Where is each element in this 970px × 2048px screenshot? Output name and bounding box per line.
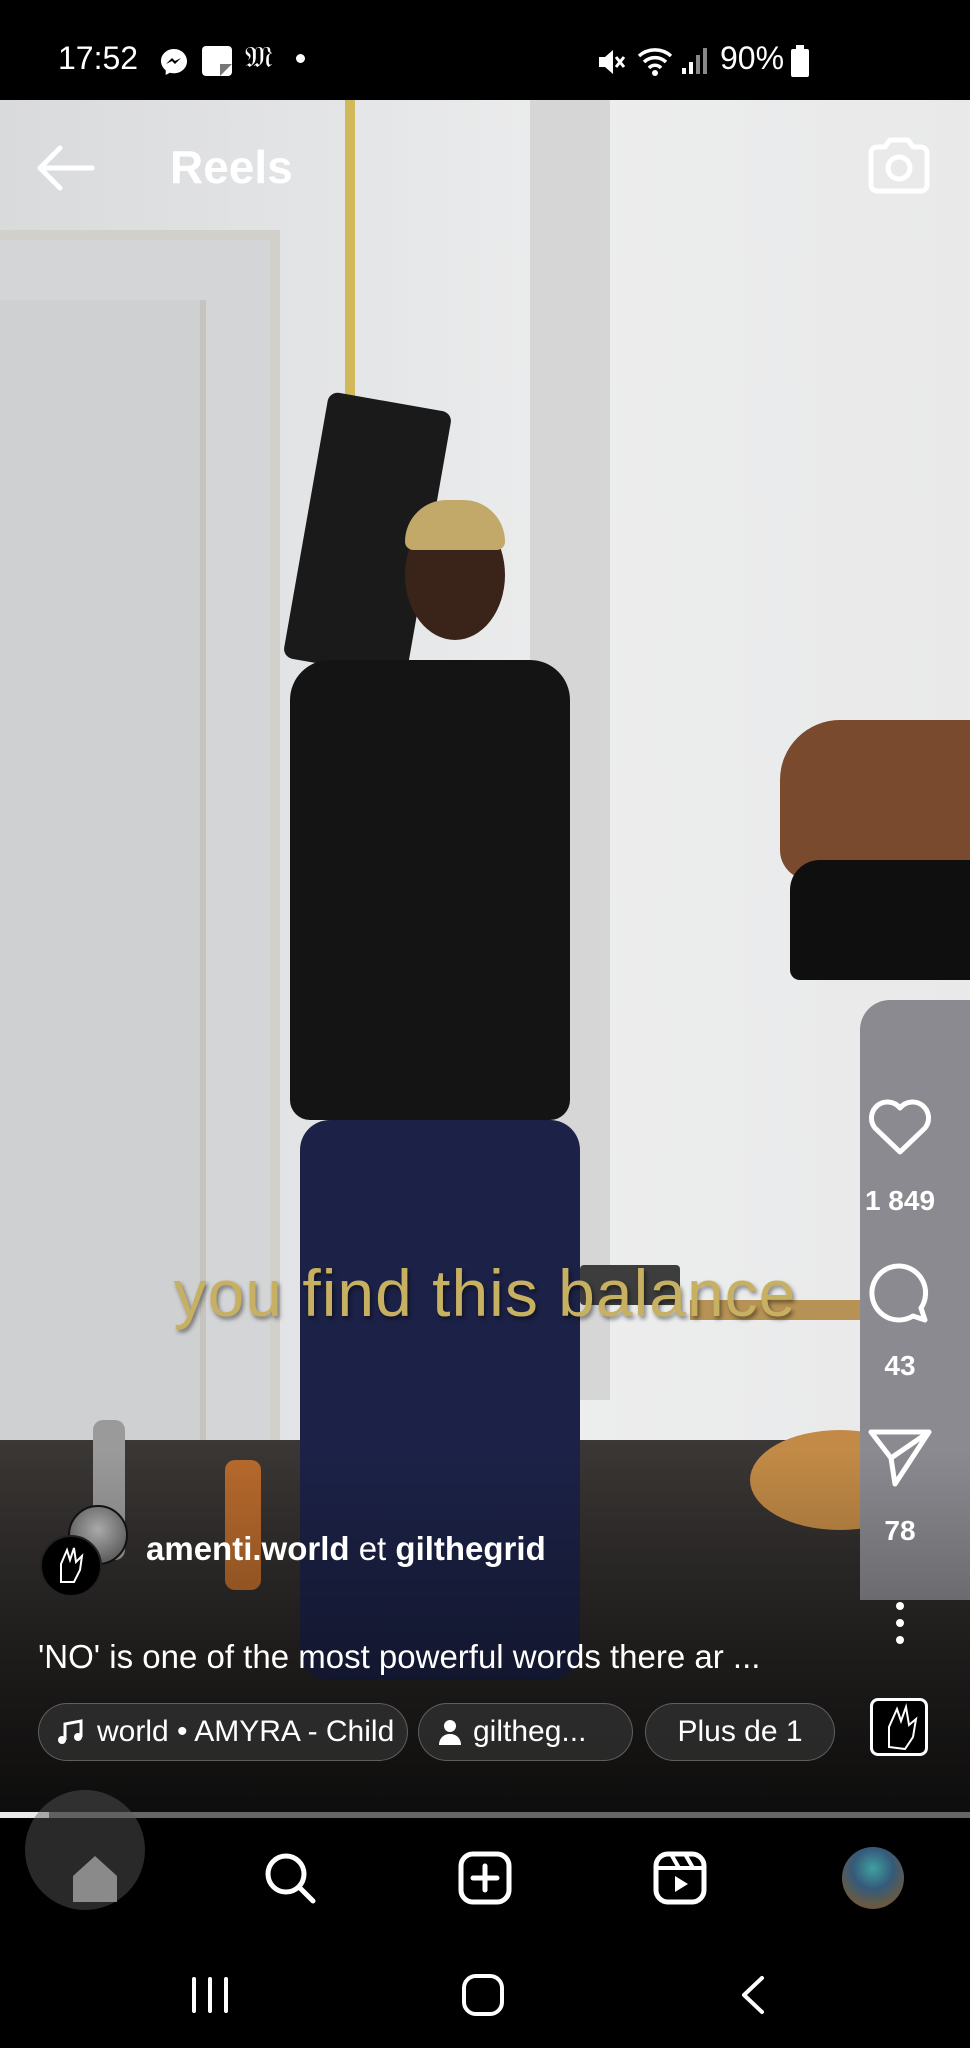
tagged-user-label: giltheg... [473, 1715, 587, 1748]
hand-logo-icon [60, 1547, 84, 1583]
more-chip[interactable]: Plus de 1 [645, 1703, 835, 1761]
back-chevron-icon[interactable] [738, 1974, 768, 2016]
tagged-user-chip[interactable]: giltheg... [418, 1703, 633, 1761]
nav-profile[interactable] [838, 1843, 908, 1913]
more-vertical-icon [896, 1602, 904, 1644]
camera-button[interactable] [865, 135, 933, 197]
nav-search[interactable] [255, 1843, 325, 1913]
video-subtitle: you find this balance [173, 1256, 797, 1330]
audio-chip-label: world • AMYRA - Child [97, 1715, 395, 1748]
avatar-primary[interactable] [40, 1535, 102, 1597]
like-count: 1 849 [864, 1185, 936, 1216]
arrow-left-icon [37, 145, 95, 191]
notes-icon [202, 46, 232, 76]
profile-avatar [842, 1847, 904, 1909]
messenger-icon [161, 49, 187, 75]
search-icon [265, 1853, 316, 1904]
recents-icon[interactable] [188, 1975, 232, 2015]
signal-icon [682, 48, 707, 74]
create-icon [458, 1851, 512, 1905]
paper-plane-icon [868, 1429, 932, 1487]
gothic-m-icon: 𝔐 [245, 40, 273, 75]
reels-icon [653, 1851, 707, 1905]
music-note-icon [58, 1719, 83, 1744]
heart-icon [869, 1099, 931, 1155]
hand-logo-icon [888, 1703, 918, 1751]
home-icon [73, 1856, 117, 1902]
author-name-2[interactable]: gilthegrid [395, 1530, 545, 1567]
person-right-top [790, 860, 970, 980]
comment-icon [869, 1263, 929, 1323]
nav-home[interactable] [60, 1843, 130, 1913]
battery-percent: 90% [720, 40, 785, 76]
battery-icon [791, 45, 809, 77]
mute-icon [599, 50, 626, 74]
person-shirt [290, 660, 570, 1120]
comment-count: 43 [884, 1350, 916, 1381]
author-line[interactable]: amenti.world et gilthegrid [146, 1530, 546, 1568]
person-right-arm [780, 720, 970, 880]
more-chip-label: Plus de 1 [677, 1715, 803, 1748]
wifi-icon [637, 48, 673, 76]
page-title: Reels [170, 141, 293, 193]
more-options-button[interactable] [880, 1598, 920, 1648]
person-icon [439, 1720, 461, 1745]
author-joiner: et [358, 1530, 387, 1567]
camera-icon [868, 137, 930, 194]
back-button[interactable] [30, 138, 100, 198]
share-button[interactable] [865, 1422, 935, 1492]
audio-chip[interactable]: world • AMYRA - Child [38, 1703, 408, 1761]
nav-create[interactable] [450, 1843, 520, 1913]
audio-thumbnail[interactable] [870, 1698, 928, 1756]
author-name-1[interactable]: amenti.world [146, 1530, 350, 1567]
status-time: 17:52 [58, 40, 139, 76]
share-count: 78 [884, 1515, 916, 1546]
author-avatars[interactable] [40, 1505, 130, 1597]
dot-icon [296, 54, 305, 63]
status-bar: 17:52 𝔐 90% [0, 0, 970, 100]
home-pill-icon[interactable] [460, 1972, 506, 2018]
post-caption[interactable]: 'NO' is one of the most powerful words t… [38, 1638, 760, 1676]
comment-button[interactable] [865, 1258, 935, 1328]
nav-reels[interactable] [645, 1843, 715, 1913]
like-button[interactable] [865, 1092, 935, 1162]
